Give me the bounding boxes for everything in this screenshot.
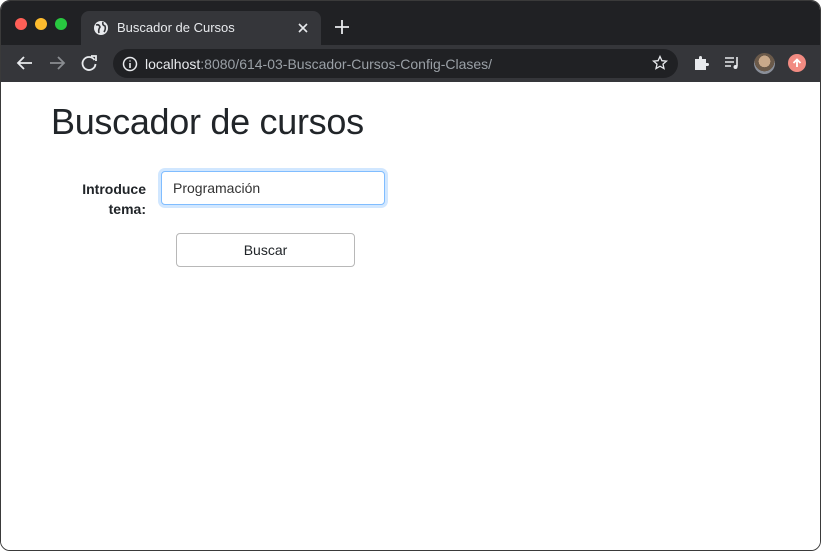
- topic-input[interactable]: [161, 171, 385, 205]
- close-window-button[interactable]: [15, 18, 27, 30]
- arrow-up-icon: [792, 58, 802, 67]
- globe-icon: [94, 21, 108, 35]
- tab-strip: Buscador de Cursos: [1, 1, 820, 45]
- tab-active[interactable]: Buscador de Cursos: [81, 11, 321, 45]
- new-tab-icon[interactable]: [333, 18, 351, 36]
- address-bar[interactable]: localhost:8080/614-03-Buscador-Cursos-Co…: [113, 49, 678, 78]
- url-text: localhost:8080/614-03-Buscador-Cursos-Co…: [145, 56, 492, 72]
- media-queue-icon[interactable]: [723, 54, 741, 72]
- url-host: localhost: [145, 56, 201, 72]
- topic-label: Introduce tema:: [82, 181, 146, 217]
- profile-avatar[interactable]: [754, 53, 775, 74]
- close-tab-icon[interactable]: [295, 20, 311, 36]
- url-path: :8080/614-03-Buscador-Cursos-Config-Clas…: [200, 56, 493, 72]
- site-info-icon[interactable]: [122, 56, 138, 72]
- bookmark-star-icon[interactable]: [652, 55, 668, 71]
- search-button[interactable]: Buscar: [176, 233, 355, 267]
- extensions-puzzle-icon[interactable]: [692, 54, 710, 72]
- reload-icon[interactable]: [80, 54, 98, 72]
- update-icon[interactable]: [788, 54, 806, 72]
- tab-title: Buscador de Cursos: [117, 20, 235, 35]
- browser-toolbar: localhost:8080/614-03-Buscador-Cursos-Co…: [1, 45, 820, 82]
- maximize-window-button[interactable]: [55, 18, 67, 30]
- page-content: Buscador de cursos Introduce tema: Busca…: [1, 82, 820, 550]
- page-title: Buscador de cursos: [51, 101, 364, 142]
- minimize-window-button[interactable]: [35, 18, 47, 30]
- browser-window: Buscador de Cursos localhost:8080/614-03…: [0, 0, 821, 551]
- back-icon[interactable]: [16, 54, 34, 72]
- forward-icon[interactable]: [48, 54, 66, 72]
